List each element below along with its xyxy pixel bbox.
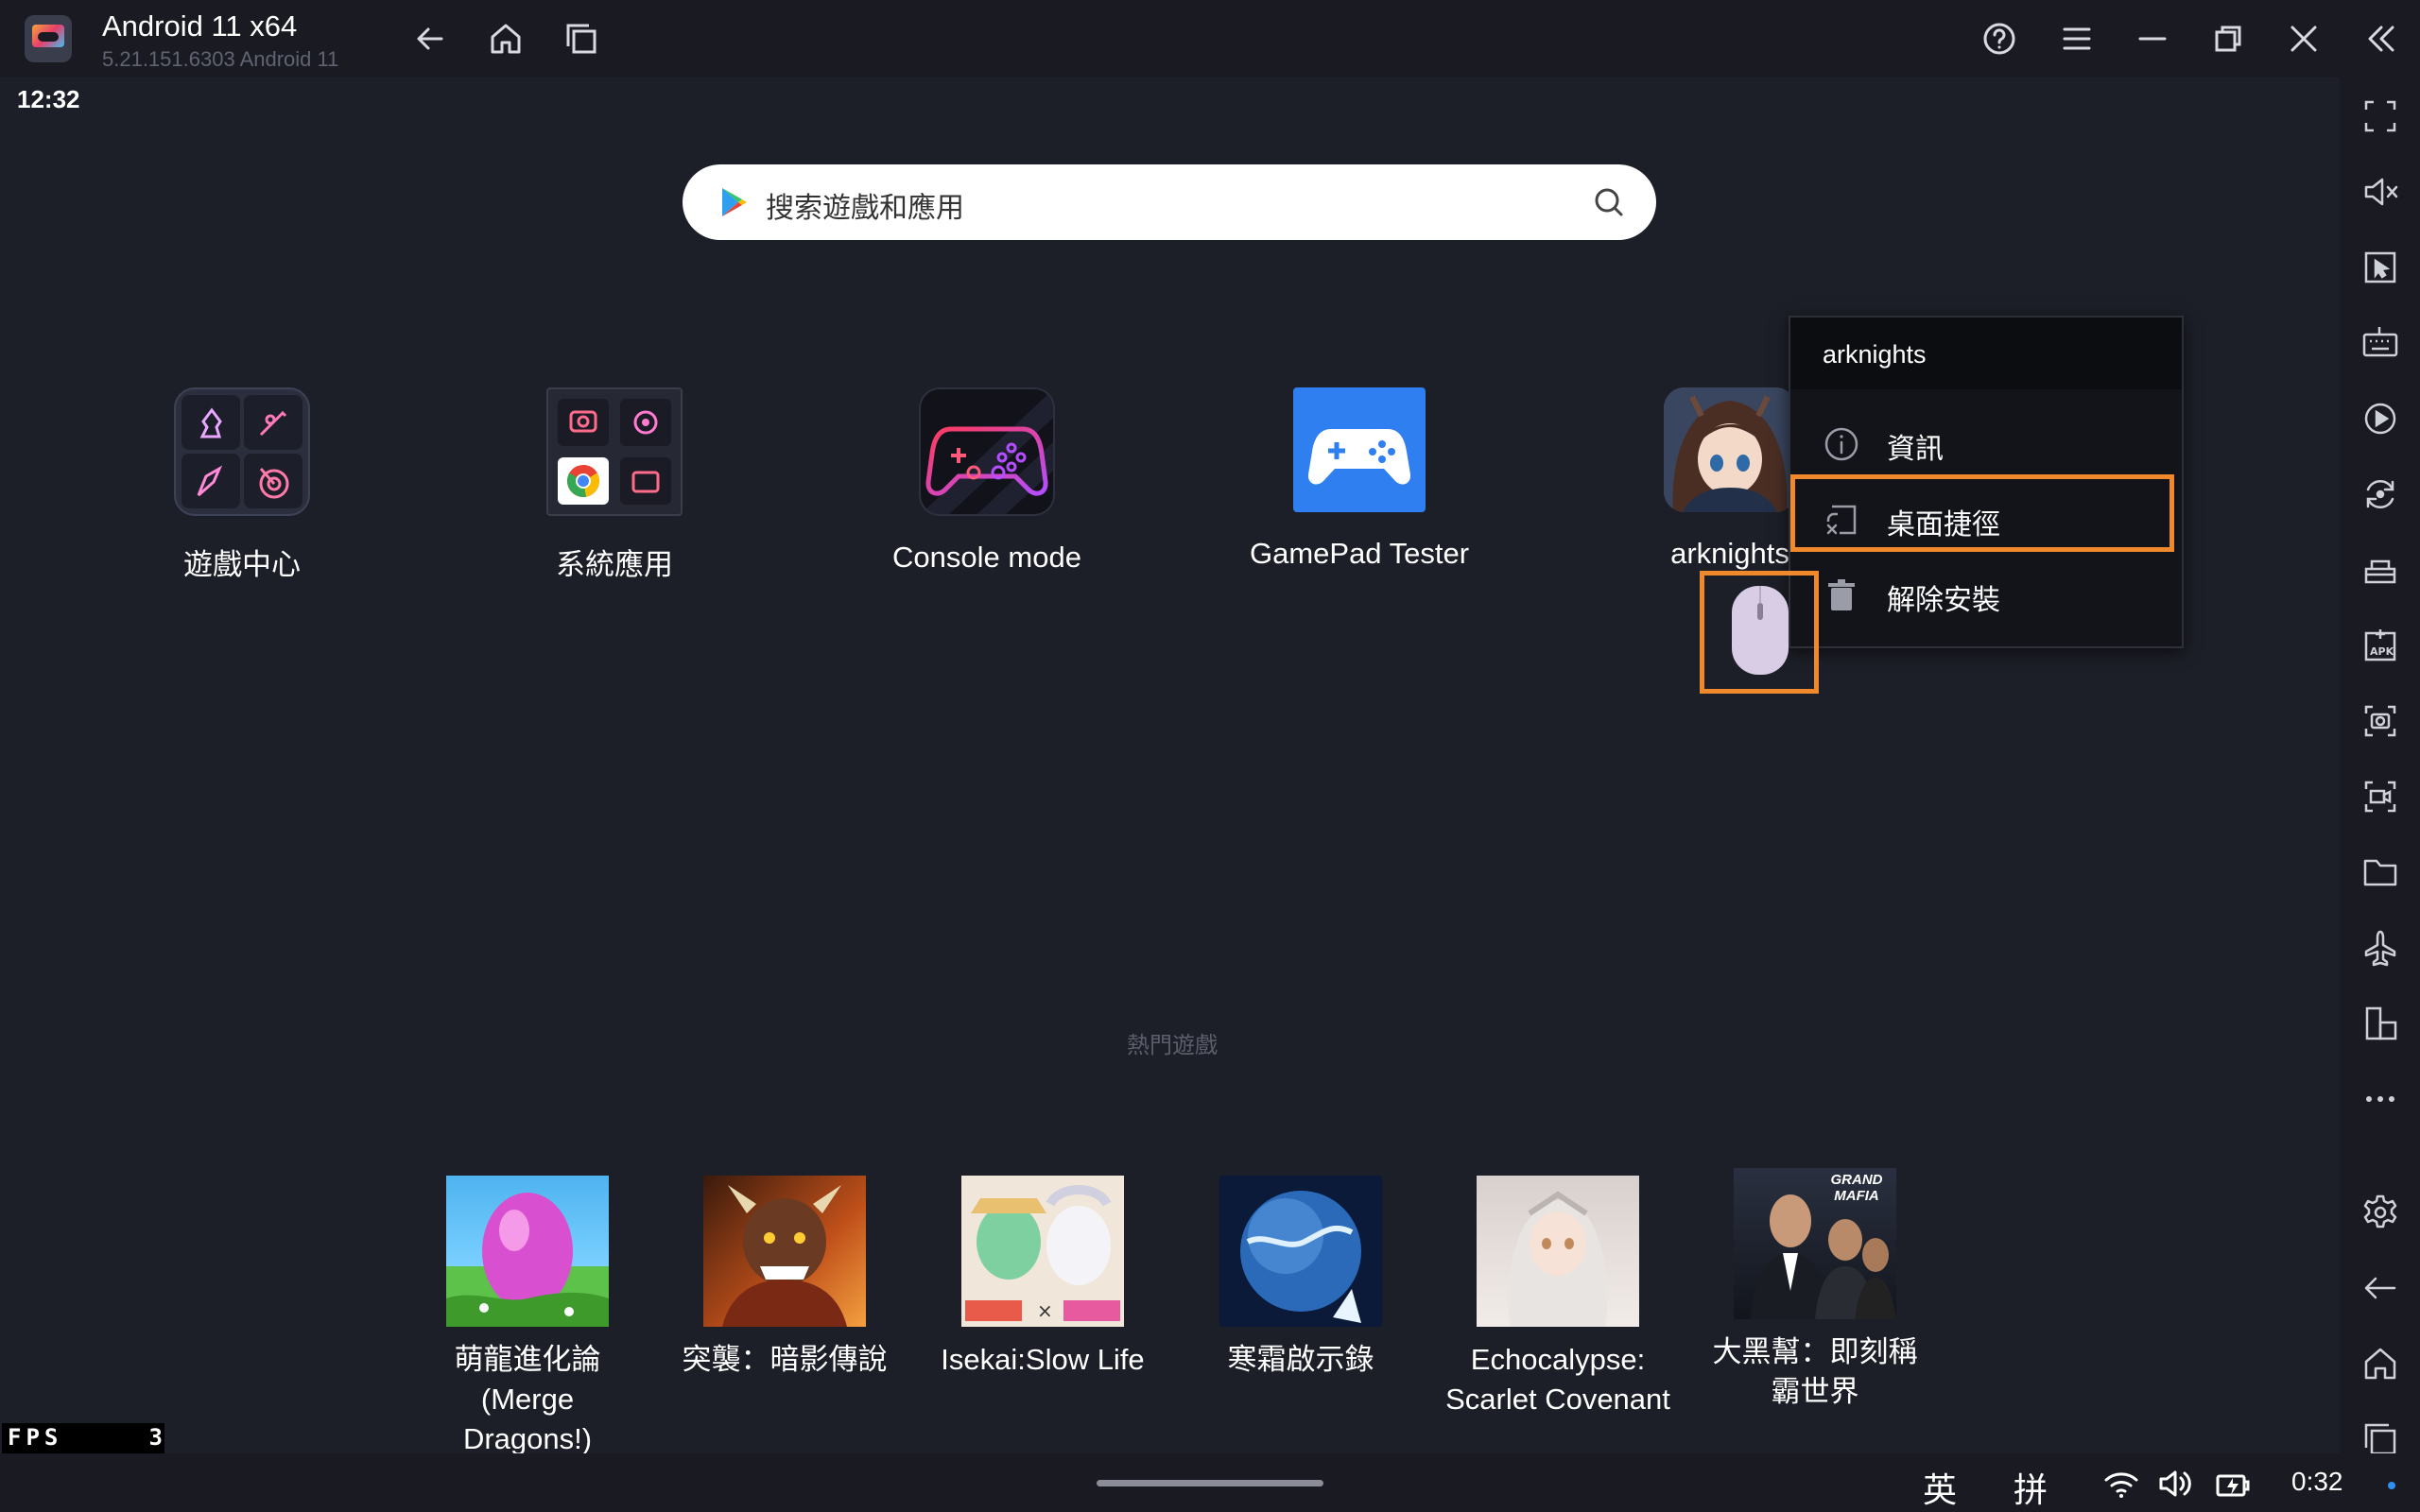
app-label: 系統應用 <box>556 548 673 581</box>
sync-icon[interactable] <box>2355 469 2406 520</box>
context-menu-title: arknights <box>1823 340 1927 369</box>
settings-icon[interactable] <box>2355 1187 2406 1238</box>
ime-english-toggle[interactable]: 英 <box>1923 1463 1957 1512</box>
app-system-apps[interactable]: 系統應用 <box>463 387 766 583</box>
fps-counter: FPS 3 <box>2 1423 164 1453</box>
hot-game-item[interactable]: GRAND MAFIA 大黑幫：即刻稱 霸世界 <box>1702 1168 1928 1412</box>
search-placeholder: 搜索遊戲和應用 <box>766 193 964 224</box>
raid-shadow-legends-thumbnail <box>703 1176 866 1327</box>
hot-game-item[interactable]: 突襲：暗影傳說 <box>671 1176 898 1380</box>
game-title-line2: Scarlet Covenant <box>1445 1383 1670 1416</box>
search-bar[interactable]: 搜索遊戲和應用 <box>683 164 1656 240</box>
hot-game-item[interactable]: 萌龍進化論 (Merge Dragons!) <box>414 1176 641 1459</box>
window-title: Android 11 x64 <box>102 9 298 43</box>
game-title-line2: 霸世界 <box>1771 1375 1859 1408</box>
cursor-lock-icon[interactable] <box>2355 242 2406 293</box>
game-title-line1: 寒霜啟示錄 <box>1227 1343 1374 1376</box>
menu-item-info[interactable]: 資訊 <box>1790 406 2182 482</box>
speaker-icon <box>2159 1470 2191 1497</box>
arknights-icon <box>1664 387 1796 512</box>
wifi-icon <box>2104 1472 2138 1498</box>
restore-icon[interactable] <box>2204 15 2252 62</box>
keyboard-icon[interactable] <box>2355 318 2406 369</box>
fullscreen-icon[interactable] <box>2355 91 2406 142</box>
app-gamepad-tester[interactable]: GamePad Tester <box>1208 387 1511 571</box>
home-icon[interactable] <box>482 15 529 62</box>
info-icon <box>1824 427 1858 461</box>
emulator-logo-icon <box>25 15 72 62</box>
help-icon[interactable] <box>1976 15 2023 62</box>
back-icon[interactable] <box>2355 1263 2406 1314</box>
right-toolbar: APK <box>2340 77 2420 1455</box>
battery-charging-icon <box>2216 1474 2250 1497</box>
game-title-line1: 突襲：暗影傳說 <box>682 1343 888 1376</box>
game-title-line1: 大黑幫：即刻稱 <box>1712 1335 1918 1368</box>
multi-window-icon[interactable] <box>2355 998 2406 1049</box>
app-label: GamePad Tester <box>1249 537 1470 570</box>
menu-icon[interactable] <box>2053 15 2100 62</box>
minimize-icon[interactable] <box>2129 15 2176 62</box>
app-label: 遊戲中心 <box>183 548 301 581</box>
gesture-home-bar[interactable] <box>1097 1480 1323 1486</box>
folder-icon[interactable] <box>2355 847 2406 898</box>
isekai-slow-life-thumbnail: × <box>961 1176 1124 1327</box>
android-screen: 12:32 <box>2 77 2340 1453</box>
close-icon[interactable] <box>2280 15 2327 62</box>
menu-item-label: 資訊 <box>1887 434 1944 465</box>
console-mode-icon <box>919 387 1055 516</box>
highlight-box-shortcut <box>1790 474 2174 552</box>
app-game-center[interactable]: 遊戲中心 <box>91 387 393 583</box>
hot-game-item[interactable]: 寒霜啟示錄 <box>1187 1176 1414 1380</box>
collapse-sidebar-icon[interactable] <box>2358 15 2405 62</box>
game-title-line1: 萌龍進化論 <box>454 1343 601 1376</box>
play-store-icon <box>722 188 747 216</box>
app-console-mode[interactable]: Console mode <box>836 387 1138 575</box>
ime-pinyin-toggle[interactable]: 拼 <box>2014 1463 2048 1512</box>
record-icon[interactable] <box>2355 393 2406 444</box>
volume-mute-icon[interactable] <box>2355 166 2406 217</box>
gamepad-tester-icon <box>1293 387 1426 512</box>
grand-mafia-logo: GRAND MAFIA <box>1830 1172 1883 1204</box>
fps-label: FPS <box>8 1424 63 1451</box>
apk-icon[interactable]: APK <box>2355 620 2406 671</box>
game-title-line2: (Merge Dragons!) <box>462 1383 593 1455</box>
screen-record-icon[interactable] <box>2355 771 2406 822</box>
menu-item-uninstall[interactable]: 解除安裝 <box>1790 558 2182 633</box>
search-icon[interactable] <box>1590 183 1628 221</box>
hot-game-item[interactable]: Echocalypse: Scarlet Covenant <box>1444 1176 1671 1419</box>
toolbox-icon[interactable] <box>2355 544 2406 595</box>
menu-item-label: 解除安裝 <box>1887 585 2000 616</box>
svg-text:×: × <box>1037 1299 1053 1322</box>
bottom-bar: 英 拼 0:32 <box>0 1453 2420 1512</box>
svg-text:APK: APK <box>2370 645 2394 658</box>
screenshot-icon[interactable] <box>2355 696 2406 747</box>
title-bar: Android 11 x64 5.21.151.6303 Android 11 <box>0 0 2420 77</box>
fps-value: 3 <box>148 1424 163 1451</box>
highlight-box-mouse <box>1700 571 1819 694</box>
whiteout-survival-thumbnail <box>1219 1176 1382 1327</box>
game-center-icon <box>174 387 310 516</box>
taskbar-clock: 0:32 <box>2291 1467 2343 1496</box>
app-label: Console mode <box>892 541 1081 574</box>
status-time: 12:32 <box>17 85 80 113</box>
hot-game-item[interactable]: × Isekai:Slow Life <box>929 1176 1156 1380</box>
back-arrow-icon[interactable] <box>406 15 454 62</box>
grand-mafia-thumbnail: GRAND MAFIA <box>1734 1168 1896 1319</box>
hot-games-title: 熱門遊戲 <box>1127 1033 1218 1058</box>
airplane-icon[interactable] <box>2355 922 2406 973</box>
more-icon[interactable] <box>2355 1074 2406 1125</box>
system-apps-folder-icon <box>546 387 683 516</box>
home-icon[interactable] <box>2355 1338 2406 1389</box>
trash-icon <box>1828 579 1855 610</box>
recent-apps-icon[interactable] <box>558 15 605 62</box>
game-title-line1: Echocalypse: <box>1470 1343 1646 1376</box>
merge-dragons-thumbnail <box>446 1176 609 1327</box>
context-menu-header: arknights <box>1790 318 2182 389</box>
notification-dot <box>2388 1482 2395 1489</box>
game-title-line1: Isekai:Slow Life <box>941 1343 1145 1376</box>
window-version: 5.21.151.6303 Android 11 <box>102 47 339 71</box>
echocalypse-thumbnail <box>1477 1176 1639 1327</box>
